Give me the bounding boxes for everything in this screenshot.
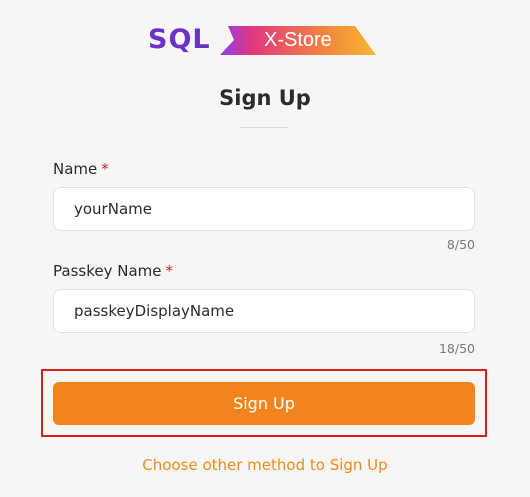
name-input[interactable] — [53, 187, 475, 231]
title-divider — [240, 127, 288, 128]
page-title: Sign Up — [219, 86, 311, 110]
passkey-name-label-text: Passkey Name — [53, 262, 162, 280]
name-label: Name * — [53, 160, 109, 178]
passkey-name-label: Passkey Name * — [53, 262, 173, 280]
passkey-name-required-mark: * — [165, 262, 173, 280]
choose-other-method-link[interactable]: Choose other method to Sign Up — [0, 456, 530, 474]
passkey-name-char-counter: 18/50 — [438, 341, 475, 356]
logo-sql-text: SQL — [148, 24, 211, 55]
name-label-text: Name — [53, 160, 98, 178]
logo-banner: X-Store — [220, 26, 376, 55]
sign-up-page: SQL X-Store Sign Up Name* 8/50 — [0, 0, 530, 497]
sign-up-button[interactable]: Sign Up — [53, 382, 475, 425]
sql-xstore-logo: SQL X-Store — [148, 24, 378, 56]
name-char-counter: 8/50 — [446, 237, 475, 252]
name-required-mark: * — [101, 160, 109, 178]
passkey-name-input[interactable] — [53, 289, 475, 333]
logo-store-text: X-Store — [264, 29, 332, 51]
